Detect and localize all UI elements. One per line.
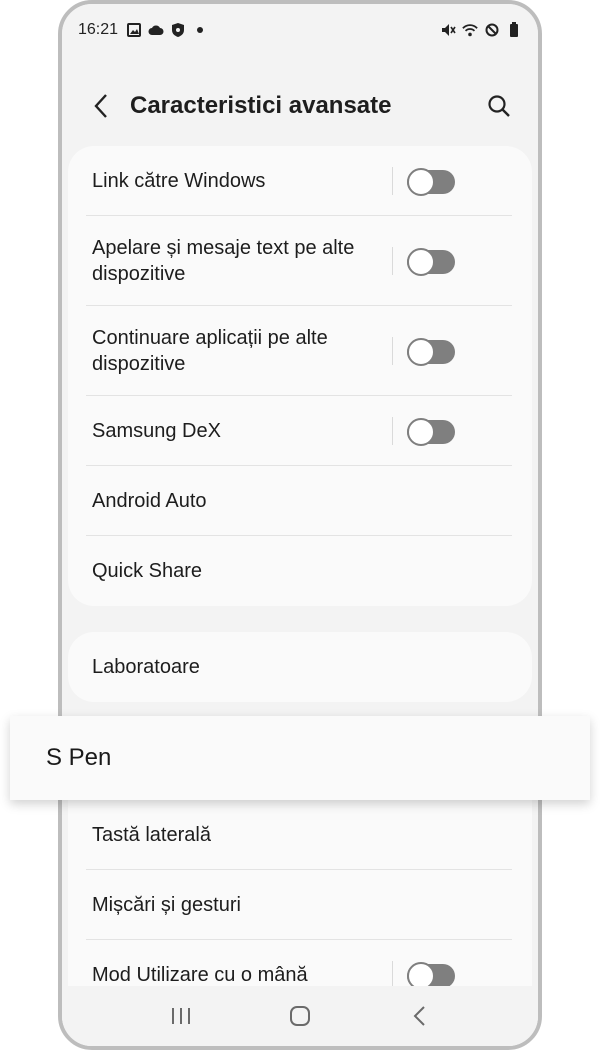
shield-icon <box>170 22 186 38</box>
list-item-calls-messages[interactable]: Apelare și mesaje text pe alte dispoziti… <box>68 216 532 306</box>
dot-icon <box>192 22 208 38</box>
list-item-motions-gestures[interactable]: Mișcări și gesturi <box>68 870 532 940</box>
status-bar: 16:21 <box>78 18 522 42</box>
item-label: Tastă laterală <box>92 824 211 846</box>
item-label: Continuare aplicații pe alte dispozitive <box>92 327 328 375</box>
item-label: Samsung DeX <box>92 420 221 442</box>
one-handed-mode-toggle[interactable] <box>407 962 455 990</box>
list-item-side-key[interactable]: Tastă laterală <box>68 800 532 870</box>
navigation-bar <box>62 986 538 1046</box>
continue-apps-toggle[interactable] <box>407 338 455 366</box>
item-label: Mod Utilizare cu o mână <box>92 964 308 986</box>
list-item-labs[interactable]: Laboratoare <box>68 632 532 702</box>
s-pen-label: S Pen <box>46 744 112 771</box>
list-item-android-auto[interactable]: Android Auto <box>68 466 532 536</box>
list-item-continue-apps[interactable]: Continuare aplicații pe alte dispozitive <box>68 306 532 396</box>
list-item-s-pen-highlight[interactable]: S Pen <box>10 716 590 800</box>
do-not-disturb-icon <box>484 22 500 38</box>
item-label: Apelare și mesaje text pe alte dispoziti… <box>92 237 355 285</box>
calls-messages-toggle[interactable] <box>407 248 455 276</box>
item-label: Mișcări și gesturi <box>92 894 241 916</box>
back-nav-button[interactable] <box>399 996 439 1036</box>
list-item-samsung-dex[interactable]: Samsung DeX <box>68 396 532 466</box>
home-button[interactable] <box>280 996 320 1036</box>
status-time: 16:21 <box>78 21 119 38</box>
home-icon <box>289 1006 310 1026</box>
search-icon <box>488 95 510 117</box>
page-title: Caracteristici avansate <box>130 92 392 119</box>
phone-frame: 16:21 Caracteristici avansate Link către… <box>58 0 542 1050</box>
recent-apps-button[interactable] <box>161 996 201 1036</box>
mute-icon <box>440 22 456 38</box>
settings-screen: 16:21 Caracteristici avansate Link către… <box>62 4 538 1046</box>
search-button[interactable] <box>482 89 516 123</box>
battery-icon <box>506 22 522 38</box>
back-nav-icon <box>413 1006 425 1026</box>
item-label: Android Auto <box>92 490 207 512</box>
link-windows-toggle[interactable] <box>407 168 455 196</box>
cloud-icon <box>148 22 164 38</box>
settings-group-labs: Laboratoare <box>68 632 532 702</box>
app-header: Caracteristici avansate <box>62 76 538 136</box>
recent-apps-icon <box>172 1008 191 1024</box>
image-icon <box>126 22 142 38</box>
samsung-dex-toggle[interactable] <box>407 418 455 446</box>
back-button[interactable] <box>84 89 118 123</box>
list-item-link-windows[interactable]: Link către Windows <box>68 146 532 216</box>
list-item-quick-share[interactable]: Quick Share <box>68 536 532 606</box>
item-label: Link către Windows <box>92 170 266 192</box>
settings-group-connectivity: Link către Windows Apelare și mesaje tex… <box>68 146 532 606</box>
wifi-icon <box>462 22 478 38</box>
back-arrow-icon <box>94 94 107 118</box>
item-label: Quick Share <box>92 560 203 582</box>
item-label: Laboratoare <box>92 656 200 678</box>
